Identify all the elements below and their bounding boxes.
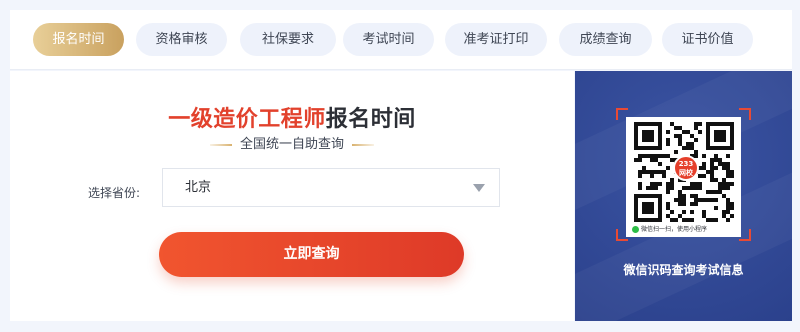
logo-line-2: 网校 [679, 169, 693, 177]
province-label: 选择省份: [88, 186, 141, 200]
qr-panel: 233 网校 微信扫一扫，使用小程序 微信识码查询考试信息 [575, 71, 792, 321]
province-selected-value: 北京 [185, 180, 212, 195]
tab-admission-ticket[interactable]: 准考证打印 [445, 23, 547, 56]
brand-logo-icon: 233 网校 [673, 155, 699, 181]
decor-line-right [352, 143, 374, 146]
qr-caption: 微信扫一扫，使用小程序 [632, 224, 740, 233]
province-select[interactable]: 北京 [162, 168, 500, 207]
tab-registration-time[interactable]: 报名时间 [33, 23, 124, 56]
title-rest: 报名时间 [325, 107, 416, 132]
tab-certificate-value[interactable]: 证书价值 [662, 23, 753, 56]
subtitle-text: 全国统一自助查询 [239, 137, 344, 152]
tab-social-security[interactable]: 社保要求 [240, 23, 336, 56]
title-accent: 一级造价工程师 [168, 107, 326, 132]
tab-exam-time[interactable]: 考试时间 [343, 23, 434, 56]
qr-caption-text: 微信扫一扫，使用小程序 [641, 226, 708, 233]
query-form-panel: 一级造价工程师报名时间 全国统一自助查询 选择省份: 北京 立即查询 [10, 71, 574, 321]
tab-score-query[interactable]: 成绩查询 [559, 23, 652, 56]
wechat-icon [632, 226, 639, 233]
decor-line-left [209, 143, 232, 146]
qr-info-text: 微信识码查询考试信息 [623, 263, 744, 277]
subtitle: 全国统一自助查询 [10, 133, 574, 152]
qr-code-card: 233 网校 微信扫一扫，使用小程序 [626, 117, 741, 237]
page-title: 一级造价工程师报名时间 [10, 101, 574, 133]
logo-line-1: 233 [678, 160, 694, 168]
dropdown-arrow-icon [473, 184, 485, 192]
tab-qualification-review[interactable]: 资格审核 [136, 23, 227, 56]
tab-bar: 报名时间 资格审核 社保要求 考试时间 准考证打印 成绩查询 证书价值 [10, 10, 792, 70]
query-submit-button[interactable]: 立即查询 [159, 232, 464, 277]
